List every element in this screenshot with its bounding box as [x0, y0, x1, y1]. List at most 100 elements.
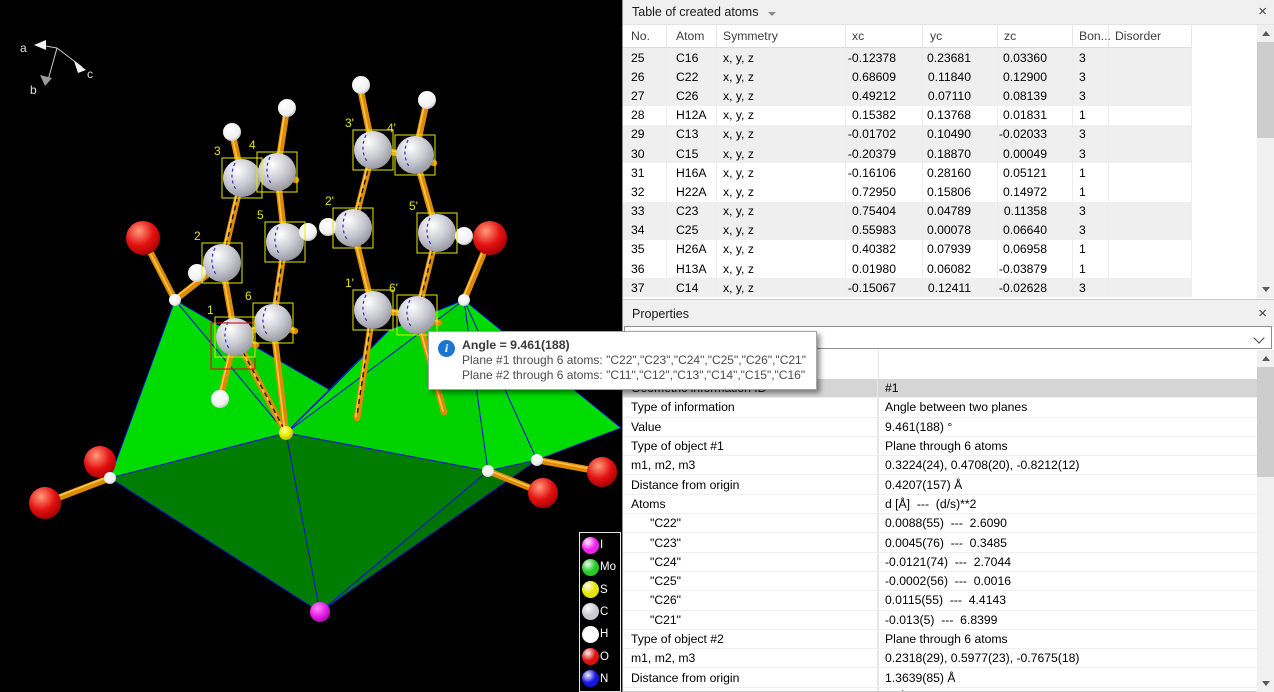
iodine-atom[interactable] — [310, 602, 330, 622]
property-row[interactable]: Atoms d [Å] --- (d/s)**2 — [623, 495, 1257, 514]
atom-table-row[interactable]: 26 C22 x, y, z 0.68609 0.11840 0.12900 3 — [623, 67, 1192, 86]
oxygen-atom[interactable] — [29, 487, 61, 519]
atom-table-row[interactable]: 29 C13 x, y, z -0.01702 0.10490 -0.02033… — [623, 125, 1192, 144]
property-row[interactable]: Type of object #1 Plane through 6 atoms — [623, 437, 1257, 456]
application-window: 1234561'2'3'4'5'6' a b c I Mo — [0, 0, 1274, 692]
atom-number-label: 4 — [249, 138, 256, 152]
scroll-down-icon[interactable] — [1257, 281, 1274, 298]
hydrogen-atom[interactable] — [211, 390, 229, 408]
column-header-disorder[interactable]: Disorder — [1109, 25, 1192, 47]
atom-table-row[interactable]: 27 C26 x, y, z 0.49212 0.07110 0.08139 3 — [623, 86, 1192, 105]
vertex-atom[interactable] — [482, 465, 494, 477]
axis-c-label: c — [87, 67, 93, 81]
hydrogen-atom[interactable] — [278, 99, 296, 117]
carbon-atom[interactable] — [266, 223, 304, 261]
atom-table-row[interactable]: 25 C16 x, y, z -0.12378 0.23681 0.03360 … — [623, 48, 1192, 67]
element-color-swatch — [582, 537, 599, 554]
hydrogen-atom[interactable] — [418, 91, 436, 109]
carbon-atom[interactable] — [354, 131, 392, 169]
tooltip-plane1: Plane #1 through 6 atoms: "C22","C23","C… — [462, 353, 806, 368]
atom-table-row[interactable]: 31 H16A x, y, z -0.16106 0.28160 0.05121… — [623, 163, 1192, 182]
property-row[interactable]: m1, m2, m3 0.2318(29), 0.5977(23), -0.76… — [623, 649, 1257, 668]
oxygen-atom[interactable] — [473, 221, 507, 255]
atoms-panel-title: Table of created atoms — [632, 5, 758, 19]
hydrogen-atom[interactable] — [223, 123, 241, 141]
column-header-zc[interactable]: zc — [998, 25, 1073, 47]
scrollbar-thumb[interactable] — [1257, 367, 1274, 477]
carbon-atom[interactable] — [418, 214, 456, 252]
scroll-up-icon[interactable] — [1257, 350, 1274, 367]
vertex-atom[interactable] — [531, 454, 543, 466]
scroll-up-icon[interactable] — [1257, 25, 1274, 42]
chevron-down-icon[interactable] — [1253, 332, 1264, 343]
carbon-atom[interactable] — [223, 159, 261, 197]
vertex-atom[interactable] — [104, 472, 116, 484]
element-symbol-label: C — [600, 606, 608, 618]
atom-table-row[interactable]: 30 C15 x, y, z -0.20379 0.18870 0.00049 … — [623, 144, 1192, 163]
scroll-down-icon[interactable] — [1257, 675, 1274, 692]
atom-number-label: 1' — [345, 276, 354, 290]
carbon-atom[interactable] — [334, 209, 372, 247]
atom-table-row[interactable]: 37 C14 x, y, z -0.15067 0.12411 -0.02628… — [623, 278, 1192, 297]
properties-scrollbar[interactable] — [1257, 350, 1274, 692]
legend-item: S — [582, 579, 620, 600]
column-header-yc[interactable]: yc — [923, 25, 998, 47]
property-row[interactable]: Distance from origin 0.4207(157) Å — [623, 475, 1257, 494]
property-row[interactable]: Atoms d [Å] --- (d/s)**2 — [623, 688, 1257, 691]
property-row[interactable]: "C23" 0.0045(76) --- 0.3485 — [623, 533, 1257, 552]
property-row[interactable]: "C24" -0.0121(74) --- 2.7044 — [623, 553, 1257, 572]
hydrogen-atom[interactable] — [188, 264, 206, 282]
atoms-table-header: No. Atom Symmetry xc yc zc Bon... Disord… — [623, 25, 1192, 48]
atom-number-label: 5' — [409, 199, 418, 213]
carbon-atom[interactable] — [254, 304, 292, 342]
property-row[interactable]: "C22" 0.0088(55) --- 2.6090 — [623, 514, 1257, 533]
carbon-atom[interactable] — [203, 244, 241, 282]
oxygen-atom[interactable] — [528, 478, 558, 508]
atom-table-row[interactable]: 35 H26A x, y, z 0.40382 0.07939 0.06958 … — [623, 240, 1192, 259]
property-row[interactable]: m1, m2, m3 0.3224(24), 0.4708(20), -0.82… — [623, 456, 1257, 475]
column-header-no[interactable]: No. — [623, 25, 667, 47]
carbon-atom[interactable] — [258, 153, 296, 191]
vertex-atom[interactable] — [169, 294, 181, 306]
tooltip-title: Angle = 9.461(188) — [462, 338, 806, 353]
hydrogen-atom[interactable] — [455, 227, 473, 245]
oxygen-atom[interactable] — [126, 221, 160, 255]
property-row[interactable]: "C21" -0.013(5) --- 6.8399 — [623, 611, 1257, 630]
column-header-atom[interactable]: Atom — [667, 25, 717, 47]
carbon-atom[interactable] — [398, 296, 436, 334]
atom-table-row[interactable]: 33 C23 x, y, z 0.75404 0.04789 0.11358 3 — [623, 202, 1192, 221]
properties-panel-close-button[interactable]: × — [1258, 305, 1267, 323]
column-header-symmetry[interactable]: Symmetry — [717, 25, 846, 47]
column-header-xc[interactable]: xc — [846, 25, 923, 47]
property-row[interactable]: Value 9.461(188) ° — [623, 418, 1257, 437]
atom-table-row[interactable]: 34 C25 x, y, z 0.55983 0.00078 0.06640 3 — [623, 221, 1192, 240]
carbon-atom[interactable] — [354, 291, 392, 329]
sulfur-atom[interactable] — [279, 426, 293, 440]
oxygen-atom[interactable] — [587, 457, 617, 487]
panel-menu-caret-icon[interactable] — [768, 12, 776, 16]
property-row[interactable]: "C25" -0.0002(56) --- 0.0016 — [623, 572, 1257, 591]
atom-number-label: 5 — [257, 208, 264, 222]
atom-number-label: 1 — [207, 303, 214, 317]
atom-number-label: 2 — [194, 229, 201, 243]
atom-table-row[interactable]: 28 H12A x, y, z 0.15382 0.13768 0.01831 … — [623, 106, 1192, 125]
atom-table-row[interactable]: 32 H22A x, y, z 0.72950 0.15806 0.14972 … — [623, 182, 1192, 201]
atoms-panel-close-button[interactable]: × — [1258, 3, 1267, 21]
hydrogen-atom[interactable] — [299, 223, 317, 241]
atom-table-row[interactable]: 36 H13A x, y, z 0.01980 0.06082 -0.03879… — [623, 259, 1192, 278]
atoms-table-scrollbar[interactable] — [1257, 25, 1274, 298]
column-header-bonds[interactable]: Bon... — [1073, 25, 1109, 47]
element-symbol-label: S — [600, 584, 608, 596]
hydrogen-atom[interactable] — [319, 218, 337, 236]
scrollbar-thumb[interactable] — [1257, 42, 1274, 138]
hydrogen-atom[interactable] — [352, 76, 370, 94]
property-row[interactable]: Type of information Angle between two pl… — [623, 398, 1257, 417]
carbon-atom[interactable] — [216, 318, 254, 356]
atoms-table-body: 25 C16 x, y, z -0.12378 0.23681 0.03360 … — [623, 48, 1192, 297]
legend-item: C — [582, 601, 620, 622]
vertex-atom[interactable] — [458, 294, 470, 306]
property-row[interactable]: "C26" 0.0115(55) --- 4.4143 — [623, 591, 1257, 610]
property-row[interactable]: Distance from origin 1.3639(85) Å — [623, 668, 1257, 687]
carbon-atom[interactable] — [396, 136, 434, 174]
property-row[interactable]: Type of object #2 Plane through 6 atoms — [623, 630, 1257, 649]
